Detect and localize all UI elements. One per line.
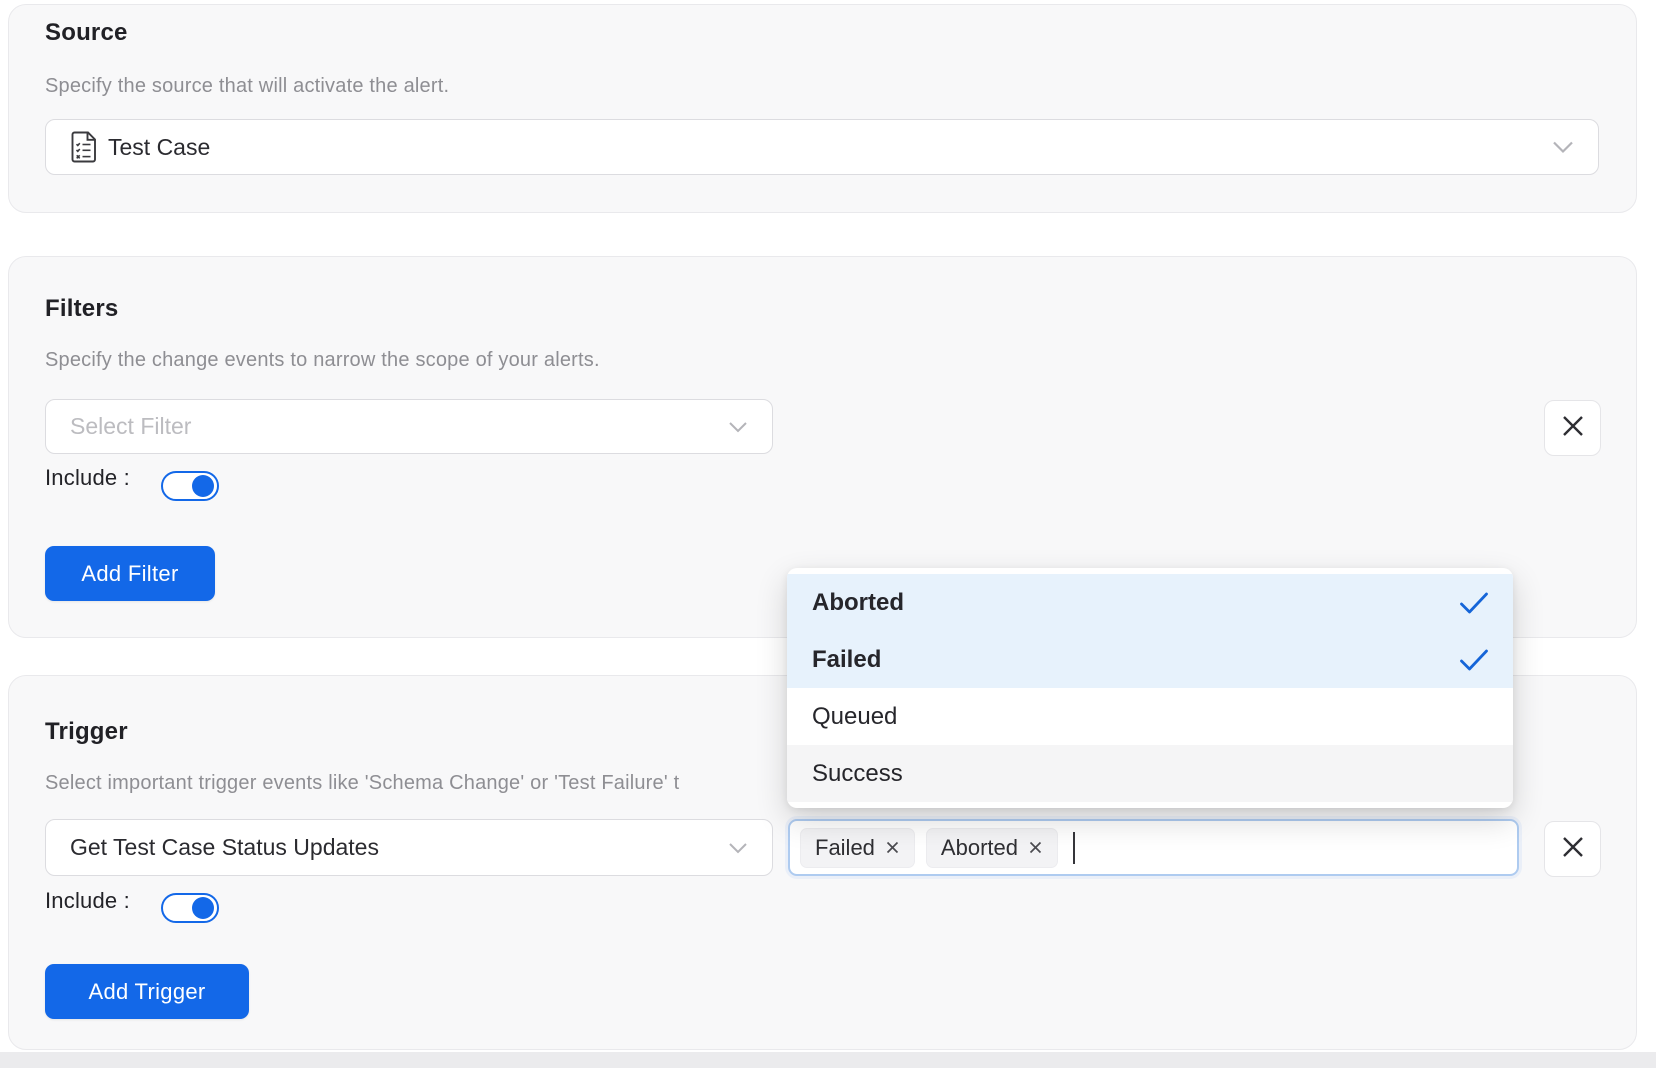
filters-description: Specify the change events to narrow the … bbox=[45, 349, 600, 372]
check-icon bbox=[1459, 648, 1489, 671]
dropdown-option-failed[interactable]: Failed bbox=[787, 631, 1513, 688]
trigger-include-toggle[interactable] bbox=[161, 893, 219, 923]
remove-trigger-button[interactable] bbox=[1544, 821, 1601, 877]
source-title: Source bbox=[45, 19, 128, 47]
x-icon bbox=[1560, 413, 1586, 444]
trigger-event-select-value: Get Test Case Status Updates bbox=[70, 834, 379, 861]
option-label: Aborted bbox=[812, 589, 904, 617]
check-icon bbox=[1459, 591, 1489, 614]
dropdown-option-aborted[interactable]: Aborted bbox=[787, 574, 1513, 631]
dropdown-option-queued[interactable]: Queued bbox=[787, 688, 1513, 745]
filter-include-label: Include : bbox=[45, 465, 130, 491]
option-label: Queued bbox=[812, 703, 897, 731]
chevron-down-icon bbox=[728, 421, 748, 433]
filters-title: Filters bbox=[45, 295, 118, 323]
status-tag: Failed bbox=[800, 828, 915, 868]
text-cursor-caret bbox=[1073, 832, 1075, 864]
remove-tag-x-icon[interactable] bbox=[885, 840, 900, 855]
alert-configuration-page: Source Specify the source that will acti… bbox=[0, 0, 1656, 1068]
chevron-down-icon bbox=[728, 842, 748, 854]
remove-filter-button[interactable] bbox=[1544, 400, 1601, 456]
trigger-event-select[interactable]: Get Test Case Status Updates bbox=[45, 819, 773, 876]
x-icon bbox=[1560, 834, 1586, 865]
filter-select-placeholder: Select Filter bbox=[70, 413, 191, 440]
trigger-title: Trigger bbox=[45, 718, 128, 746]
toggle-knob bbox=[192, 897, 214, 919]
bottom-strip bbox=[0, 1052, 1656, 1068]
toggle-knob bbox=[192, 475, 214, 497]
option-label: Failed bbox=[812, 646, 881, 674]
filter-select[interactable]: Select Filter bbox=[45, 399, 773, 454]
trigger-include-label: Include : bbox=[45, 888, 130, 914]
trigger-status-multiselect[interactable]: Failed Aborted bbox=[788, 819, 1519, 876]
status-options-dropdown: Aborted Failed Queued Success bbox=[787, 568, 1513, 808]
source-select-value: Test Case bbox=[108, 134, 210, 161]
add-filter-button[interactable]: Add Filter bbox=[45, 546, 215, 601]
remove-tag-x-icon[interactable] bbox=[1028, 840, 1043, 855]
status-tag: Aborted bbox=[926, 828, 1058, 868]
document-checklist-icon bbox=[70, 131, 97, 163]
filter-include-toggle[interactable] bbox=[161, 471, 219, 501]
trigger-description: Select important trigger events like 'Sc… bbox=[45, 772, 679, 795]
dropdown-option-success[interactable]: Success bbox=[787, 745, 1513, 802]
source-select[interactable]: Test Case bbox=[45, 119, 1599, 175]
source-description: Specify the source that will activate th… bbox=[45, 75, 449, 98]
source-section: Source Specify the source that will acti… bbox=[8, 4, 1637, 213]
add-trigger-button[interactable]: Add Trigger bbox=[45, 964, 249, 1019]
option-label: Success bbox=[812, 760, 903, 788]
chevron-down-icon bbox=[1552, 141, 1574, 154]
status-tag-label: Aborted bbox=[941, 835, 1018, 861]
status-tag-label: Failed bbox=[815, 835, 875, 861]
